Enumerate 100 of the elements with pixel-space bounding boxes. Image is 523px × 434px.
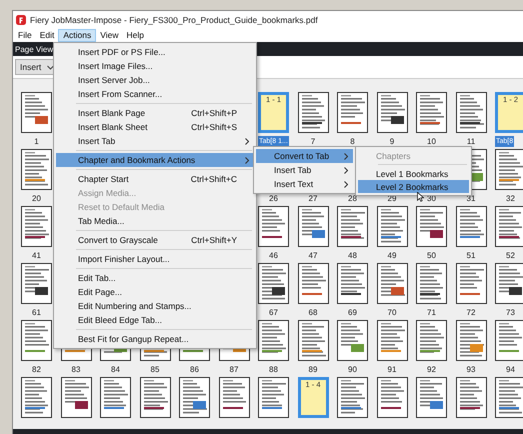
page-thumbnail[interactable]: [376, 320, 408, 361]
page-thumbnail[interactable]: [495, 263, 523, 304]
page-number: 10: [426, 136, 437, 147]
page-number: 71: [426, 307, 437, 318]
menu-item[interactable]: Insert Tab: [56, 134, 254, 148]
menu-item[interactable]: Best Fit for Gangup Repeat...: [56, 332, 254, 346]
page-thumbnail[interactable]: [337, 92, 368, 133]
panel-title: Page View: [15, 44, 54, 54]
page-thumbnail[interactable]: [416, 320, 447, 361]
menu-bar-item[interactable]: Actions: [58, 29, 96, 42]
page-number: 1: [33, 136, 40, 147]
menu-item[interactable]: Tab Media...: [56, 214, 254, 228]
menu-bar-item[interactable]: View: [96, 29, 123, 42]
page-thumbnail[interactable]: [298, 263, 328, 304]
menu-item[interactable]: Edit Bleed Edge Tab...: [56, 313, 254, 327]
page-thumbnail[interactable]: [258, 320, 289, 361]
page-thumbnail[interactable]: [495, 206, 523, 247]
page-thumbnail[interactable]: [376, 377, 408, 418]
page-thumbnail[interactable]: [337, 320, 368, 361]
menu-item[interactable]: Level 2 Bookmarks: [358, 180, 469, 193]
menu-item[interactable]: Chapter and Bookmark Actions: [56, 153, 254, 167]
page-number: 87: [228, 364, 240, 375]
page-thumbnail[interactable]: [100, 377, 131, 418]
page-thumbnail[interactable]: [21, 377, 52, 418]
menu-item[interactable]: Level 1 Bookmarks: [358, 167, 469, 180]
page-number: 91: [386, 364, 398, 375]
page-thumbnail[interactable]: [298, 206, 328, 247]
page-thumbnail[interactable]: [179, 377, 210, 418]
page-thumbnail[interactable]: [218, 377, 250, 418]
page-thumbnail[interactable]: [376, 206, 408, 247]
page-number: 70: [386, 307, 398, 318]
menu-bar-item[interactable]: File: [14, 29, 36, 42]
page-number: 69: [347, 307, 358, 318]
page-thumbnail[interactable]: [495, 320, 523, 361]
menu-item[interactable]: Edit Page...: [56, 285, 254, 299]
page-number: 28: [347, 193, 358, 204]
page-thumbnail[interactable]: [337, 377, 368, 418]
page-thumbnail[interactable]: [298, 92, 328, 133]
menu-item[interactable]: Convert to Tab: [256, 149, 353, 163]
page-thumbnail[interactable]: [21, 320, 52, 361]
page-thumbnail[interactable]: [456, 377, 486, 418]
page-thumbnail[interactable]: [21, 92, 52, 133]
page-number: 67: [268, 307, 279, 318]
page-thumbnail[interactable]: [60, 377, 92, 418]
page-number: 48: [347, 250, 358, 261]
page-number: 68: [308, 307, 318, 318]
menu-item[interactable]: Chapter Start Ctrl+Shift+C: [56, 172, 254, 186]
menu-bar-item[interactable]: Help: [122, 29, 148, 42]
page-thumbnail[interactable]: [456, 92, 486, 133]
menu-item[interactable]: Insert PDF or PS File...: [56, 45, 254, 59]
page-thumbnail[interactable]: [21, 263, 52, 304]
page-number: 27: [308, 193, 318, 204]
page-thumbnail[interactable]: [258, 263, 289, 304]
page-thumbnail[interactable]: [416, 206, 447, 247]
page-number: 83: [70, 364, 82, 375]
page-thumbnail[interactable]: [376, 263, 408, 304]
menu-item[interactable]: Insert Text: [256, 177, 353, 191]
page-thumbnail[interactable]: [376, 92, 408, 133]
page-thumbnail[interactable]: [258, 377, 289, 418]
page-number: 32: [505, 193, 516, 204]
menu-bar-item[interactable]: Edit: [36, 29, 58, 42]
page-thumbnail[interactable]: [337, 206, 368, 247]
chevron-down-icon: [47, 64, 54, 70]
page-number: 8: [349, 136, 356, 147]
page-thumbnail[interactable]: [140, 377, 170, 418]
page-number: 49: [386, 250, 398, 261]
page-number: 73: [505, 307, 516, 318]
page-thumbnail[interactable]: [21, 149, 52, 190]
page-thumbnail[interactable]: [258, 206, 289, 247]
menu-item[interactable]: Convert to Grayscale Ctrl+Shift+Y: [56, 233, 254, 247]
page-number: 72: [466, 307, 476, 318]
menu-item[interactable]: Edit Tab...: [56, 271, 254, 285]
page-number: 9: [388, 136, 396, 147]
page-number: 46: [268, 250, 279, 261]
menu-item[interactable]: Insert Blank Sheet Ctrl+Shift+S: [56, 120, 254, 134]
page-thumbnail[interactable]: [416, 92, 447, 133]
page-thumbnail[interactable]: [495, 149, 523, 190]
page-thumbnail[interactable]: [456, 206, 486, 247]
page-thumbnail[interactable]: [495, 377, 523, 418]
page-thumbnail[interactable]: [337, 263, 368, 304]
page-number: 84: [110, 364, 121, 375]
page-number: 89: [308, 364, 318, 375]
page-thumbnail[interactable]: [298, 320, 328, 361]
menu-item[interactable]: Insert Blank Page Ctrl+Shift+P: [56, 106, 254, 120]
page-thumbnail[interactable]: [416, 377, 447, 418]
menu-item[interactable]: Import Finisher Layout...: [56, 252, 254, 266]
menu-item[interactable]: Insert Tab: [256, 163, 353, 177]
page-number: 94: [505, 364, 516, 375]
menu-item[interactable]: Edit Numbering and Stamps...: [56, 299, 254, 313]
window-title: Fiery JobMaster-Impose - Fiery_FS300_Pro_Product_Guide_bookmarks.pdf: [30, 15, 318, 25]
page-thumbnail[interactable]: [21, 206, 52, 247]
page-thumbnail[interactable]: [456, 263, 486, 304]
page-number: 20: [31, 193, 42, 204]
menu-item[interactable]: Insert From Scanner...: [56, 87, 254, 101]
page-thumbnail[interactable]: [416, 263, 447, 304]
page-number: 26: [268, 193, 279, 204]
menu-item[interactable]: Insert Server Job...: [56, 73, 254, 87]
page-number: 61: [31, 307, 42, 318]
page-thumbnail[interactable]: [456, 320, 486, 361]
page-number: 93: [466, 364, 476, 375]
